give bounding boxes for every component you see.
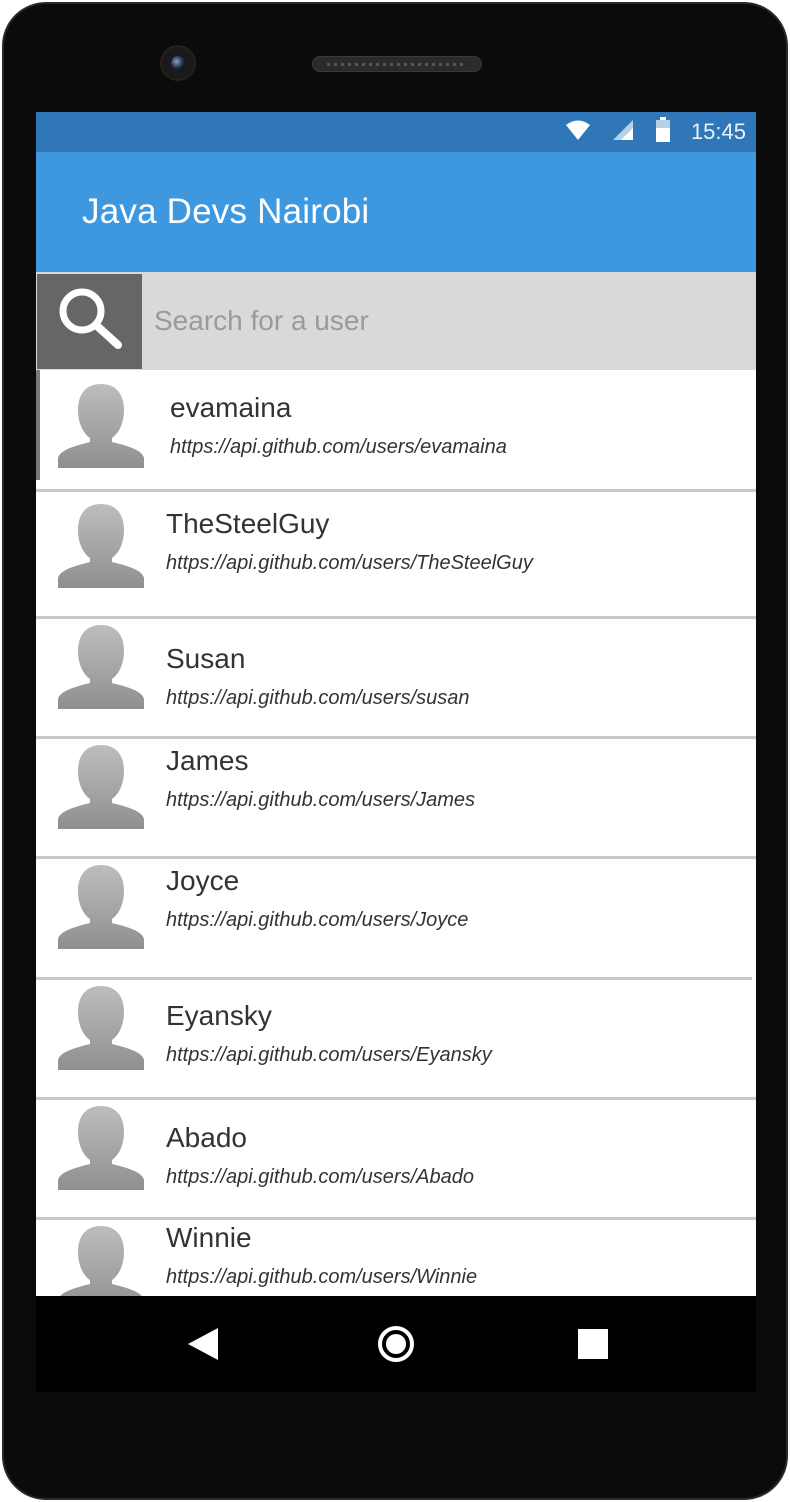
user-url: https://api.github.com/users/Eyansky [166, 1044, 492, 1066]
user-login: James [166, 745, 249, 776]
user-list-item[interactable]: Eyansky https://api.github.com/users/Eyan… [36, 980, 756, 1100]
user-avatar-icon [56, 1102, 146, 1190]
user-login: TheSteelGuy [166, 508, 330, 539]
home-icon[interactable] [376, 1324, 416, 1364]
user-list-item[interactable]: Abado https://api.github.com/users/Abado [36, 1100, 756, 1220]
user-url: https://api.github.com/users/James [166, 789, 476, 811]
search-button[interactable] [37, 274, 142, 369]
battery-icon [655, 116, 671, 148]
user-avatar-icon [56, 621, 146, 709]
user-login: Joyce [166, 865, 240, 896]
status-time: 15:45 [690, 119, 746, 144]
recents-icon[interactable] [573, 1324, 613, 1364]
user-login: Susan [166, 643, 246, 674]
back-icon[interactable] [183, 1324, 223, 1364]
search-icon [52, 281, 128, 362]
front-camera [162, 47, 194, 79]
user-list-item[interactable]: James https://api.github.com/users/James [36, 739, 756, 859]
user-url: https://api.github.com/users/Winnie [166, 1266, 478, 1288]
user-login: evamaina [170, 392, 292, 423]
user-avatar-icon [56, 982, 146, 1070]
signal-icon [611, 119, 635, 146]
selection-indicator [36, 370, 40, 480]
user-login: Winnie [166, 1222, 252, 1253]
user-list-item[interactable]: Joyce https://api.github.com/users/Joyce [36, 859, 756, 980]
screen: 15:45 Java Devs Nairobi evamaina https://… [36, 112, 756, 1392]
status-bar: 15:45 [36, 112, 756, 152]
user-login: Eyansky [166, 1000, 272, 1031]
user-avatar-icon [56, 861, 146, 949]
user-url: https://api.github.com/users/Abado [166, 1166, 474, 1188]
user-url: https://api.github.com/users/Joyce [166, 909, 469, 931]
user-login: Abado [166, 1122, 247, 1153]
user-url: https://api.github.com/users/TheSteelGuy [166, 552, 533, 574]
user-url: https://api.github.com/users/evamaina [170, 436, 507, 458]
user-list-item[interactable]: evamaina https://api.github.com/users/eva… [36, 370, 756, 492]
app-bar: Java Devs Nairobi [36, 152, 756, 272]
user-avatar-icon [56, 741, 146, 829]
earpiece-speaker [312, 56, 482, 72]
user-avatar-icon [56, 500, 146, 588]
user-url: https://api.github.com/users/susan [166, 687, 470, 709]
navigation-bar [36, 1296, 756, 1392]
search-input[interactable] [154, 298, 734, 344]
user-avatar-icon [56, 380, 146, 468]
user-list-item[interactable]: TheSteelGuy https://api.github.com/users/… [36, 492, 756, 619]
user-list-item[interactable]: Susan https://api.github.com/users/susan [36, 619, 756, 739]
wifi-icon [565, 119, 591, 146]
app-title: Java Devs Nairobi [82, 192, 370, 231]
search-bar [36, 272, 756, 370]
